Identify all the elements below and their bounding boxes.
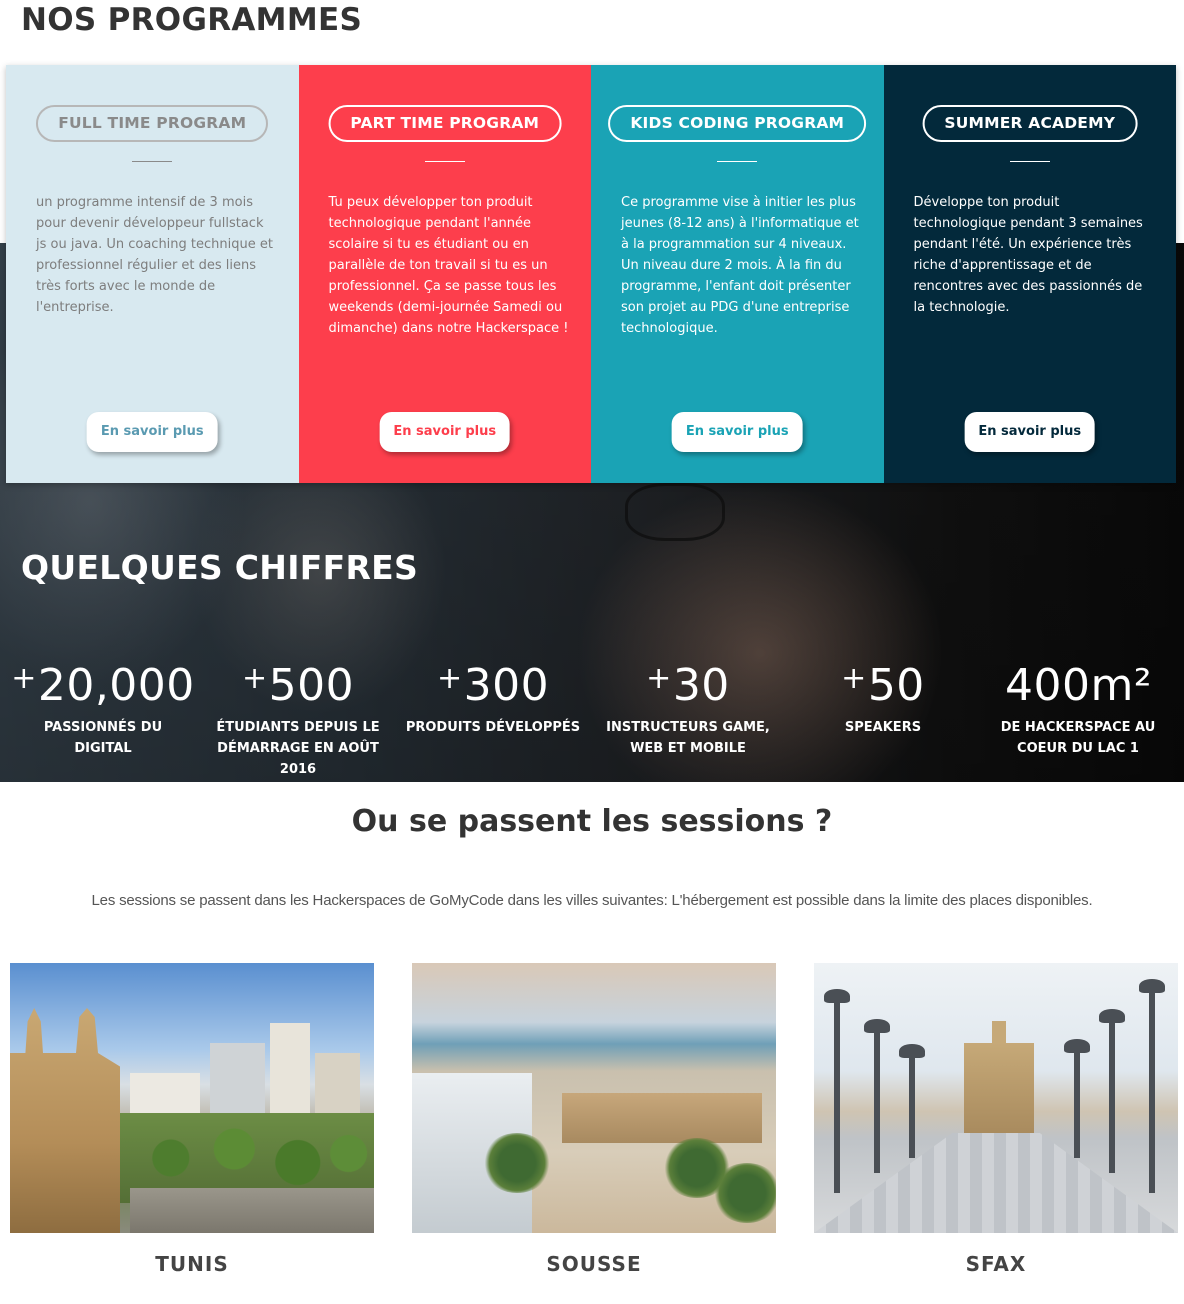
program-card-kids-coding: KIDS CODING PROGRAM Ce programme vise à …	[591, 65, 884, 483]
stat-item: 400m² DE HACKERSPACE AU COEUR DU LAC 1	[983, 652, 1173, 759]
stat-label: PASSIONNÉS DU DIGITAL	[43, 720, 163, 756]
stat-number: 400m²	[1005, 660, 1152, 711]
stat-number: +30	[646, 660, 730, 711]
city-name: TUNIS	[155, 1252, 229, 1276]
divider	[132, 161, 173, 162]
program-description: Tu peux développer ton produit technolog…	[328, 195, 569, 336]
stat-item: +20,000 PASSIONNÉS DU DIGITAL	[8, 652, 198, 759]
program-card-part-time: PART TIME PROGRAM Tu peux développer ton…	[298, 65, 591, 483]
program-description: Ce programme vise à initier les plus jeu…	[621, 195, 859, 336]
stat-number: +500	[241, 660, 355, 711]
stat-label: INSTRUCTEURS GAME, WEB ET MOBILE	[606, 720, 770, 756]
program-description: Développe ton produit technologique pend…	[913, 195, 1143, 315]
city-photo-tunis[interactable]	[10, 963, 374, 1233]
program-title-pill[interactable]: FULL TIME PROGRAM	[36, 105, 269, 142]
stat-label: ÉTUDIANTS DEPUIS LE DÉMARRAGE EN AOÛT 20…	[216, 720, 380, 777]
city-name: SOUSSE	[546, 1252, 642, 1276]
city-photo-sfax[interactable]	[814, 963, 1178, 1233]
sessions-description: Les sessions se passent dans les Hackers…	[91, 892, 1093, 909]
learn-more-button[interactable]: En savoir plus	[86, 412, 218, 452]
stat-label: DE HACKERSPACE AU COEUR DU LAC 1	[1000, 720, 1156, 756]
stat-label: PRODUITS DÉVELOPPÉS	[405, 720, 581, 735]
divider	[717, 161, 758, 162]
city-photo-sousse[interactable]	[412, 963, 776, 1233]
program-title-pill[interactable]: SUMMER ACADEMY	[922, 105, 1138, 142]
city-card-sfax[interactable]: SFAX	[814, 963, 1178, 1279]
learn-more-button[interactable]: En savoir plus	[379, 412, 511, 452]
program-title-pill[interactable]: PART TIME PROGRAM	[328, 105, 562, 142]
program-description: un programme intensif de 3 mois pour dev…	[36, 195, 273, 315]
stat-item: +500 ÉTUDIANTS DEPUIS LE DÉMARRAGE EN AO…	[203, 652, 393, 780]
program-title-pill[interactable]: KIDS CODING PROGRAM	[608, 105, 867, 142]
stat-item: +50 SPEAKERS	[788, 652, 978, 738]
city-card-sousse[interactable]: SOUSSE	[412, 963, 776, 1279]
stat-label: SPEAKERS	[844, 720, 922, 735]
stat-item: +300 PRODUITS DÉVELOPPÉS	[398, 652, 588, 738]
divider	[1009, 161, 1050, 162]
divider	[424, 161, 465, 162]
learn-more-button[interactable]: En savoir plus	[964, 412, 1096, 452]
city-card-tunis[interactable]: TUNIS	[10, 963, 374, 1279]
sessions-title: Ou se passent les sessions ?	[351, 804, 833, 839]
learn-more-button[interactable]: En savoir plus	[671, 412, 803, 452]
program-card-summer-academy: SUMMER ACADEMY Développe ton produit tec…	[883, 65, 1176, 483]
programs-section-title: NOS PROGRAMMES	[21, 2, 363, 38]
stat-item: +30 INSTRUCTEURS GAME, WEB ET MOBILE	[593, 652, 783, 759]
program-card-full-time: FULL TIME PROGRAM un programme intensif …	[6, 65, 299, 483]
programs-cards: FULL TIME PROGRAM un programme intensif …	[6, 65, 1176, 483]
stat-number: +20,000	[11, 660, 195, 711]
stat-number: +300	[436, 660, 550, 711]
stat-number: +50	[841, 660, 925, 711]
city-name: SFAX	[965, 1252, 1027, 1276]
stats-section-title: QUELQUES CHIFFRES	[21, 548, 419, 587]
